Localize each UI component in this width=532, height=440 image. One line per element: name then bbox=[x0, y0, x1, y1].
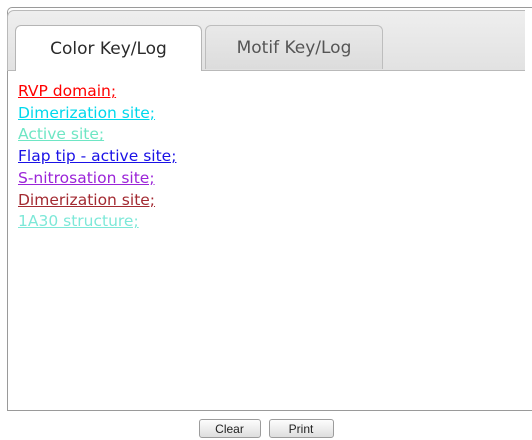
tab-motif-key-log-label: Motif Key/Log bbox=[236, 37, 352, 58]
color-key-entry-1a30-structure[interactable]: 1A30 structure; bbox=[18, 211, 176, 233]
tab-motif-key-log[interactable]: Motif Key/Log bbox=[205, 25, 383, 69]
color-key-entry-rvp-domain[interactable]: RVP domain; bbox=[18, 81, 176, 103]
print-button[interactable]: Print bbox=[268, 419, 334, 438]
clear-button[interactable]: Clear bbox=[198, 419, 261, 438]
color-key-entry-active-site[interactable]: Active site; bbox=[18, 124, 176, 146]
color-key-entry-dimerization-site[interactable]: Dimerization site; bbox=[18, 103, 176, 125]
color-key-log-content: RVP domain; Dimerization site; Active si… bbox=[8, 71, 532, 410]
tab-color-key-log[interactable]: Color Key/Log bbox=[15, 25, 202, 71]
tab-color-key-log-label: Color Key/Log bbox=[50, 38, 167, 59]
color-key-entry-s-nitrosation-site[interactable]: S-nitrosation site; bbox=[18, 168, 176, 190]
color-key-entry-flap-tip[interactable]: Flap tip - active site; bbox=[18, 146, 176, 168]
color-key-entry-dimerization-site-2[interactable]: Dimerization site; bbox=[18, 190, 176, 212]
action-buttons: Clear Print bbox=[0, 419, 532, 440]
color-key-list: RVP domain; Dimerization site; Active si… bbox=[18, 81, 176, 233]
